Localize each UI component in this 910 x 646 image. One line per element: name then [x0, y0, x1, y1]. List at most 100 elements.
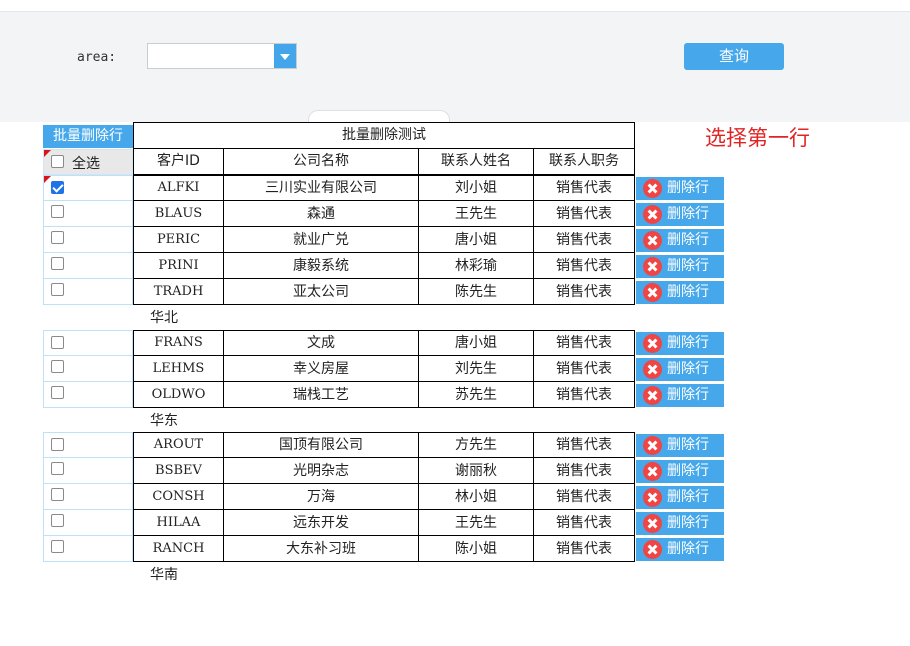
row-select-cell[interactable]: [43, 484, 133, 510]
close-circle-icon: [643, 386, 662, 405]
delete-row-button[interactable]: 删除行: [636, 229, 724, 252]
contact-title-cell: 销售代表: [533, 253, 635, 279]
row-checkbox[interactable]: [51, 360, 64, 373]
select-all-cell[interactable]: 全选: [43, 149, 133, 175]
row-select-cell[interactable]: [43, 510, 133, 536]
row-select-cell[interactable]: [43, 356, 133, 382]
delete-row-button[interactable]: 删除行: [636, 512, 724, 535]
instruction-note: 选择第一行: [705, 126, 810, 150]
delete-row-button[interactable]: 删除行: [636, 358, 724, 381]
delete-row-button[interactable]: 删除行: [636, 538, 724, 561]
close-circle-icon: [643, 231, 662, 250]
contact-title-cell: 销售代表: [533, 201, 635, 227]
query-button[interactable]: 查询: [684, 43, 784, 70]
delete-row-button[interactable]: 删除行: [636, 332, 724, 355]
delete-row-button[interactable]: 删除行: [636, 460, 724, 483]
row-checkbox[interactable]: [51, 540, 64, 553]
delete-row-label: 删除行: [667, 206, 709, 222]
customer-id-cell: LEHMS: [133, 356, 224, 382]
close-circle-icon: [643, 514, 662, 533]
delete-row-label: 删除行: [667, 232, 709, 248]
customer-id-cell: OLDWO: [133, 382, 224, 408]
company-cell: 幸义房屋: [223, 356, 419, 382]
delete-row-button[interactable]: 删除行: [636, 255, 724, 278]
contact-name-cell: 刘先生: [418, 356, 534, 382]
row-checkbox[interactable]: [51, 205, 64, 218]
chevron-down-icon[interactable]: [274, 44, 296, 68]
delete-row-button[interactable]: 删除行: [636, 384, 724, 407]
row-checkbox[interactable]: [51, 231, 64, 244]
row-checkbox[interactable]: [51, 336, 64, 349]
delete-row-label: 删除行: [667, 361, 709, 377]
company-cell: 光明杂志: [223, 458, 419, 484]
row-checkbox[interactable]: [51, 257, 64, 270]
delete-row-button[interactable]: 删除行: [636, 486, 724, 509]
region-label: 华南: [150, 567, 178, 583]
customer-id-cell: FRANS: [133, 330, 224, 356]
row-select-cell[interactable]: [43, 279, 133, 305]
delete-row-label: 删除行: [667, 515, 709, 531]
customer-id-cell: BSBEV: [133, 458, 224, 484]
table-title: 批量删除测试: [133, 122, 635, 149]
row-checkbox[interactable]: [51, 462, 64, 475]
company-cell: 大东补习班: [223, 536, 419, 562]
company-cell: 亚太公司: [223, 279, 419, 305]
contact-name-cell: 苏先生: [418, 382, 534, 408]
row-checkbox[interactable]: [51, 438, 64, 451]
row-select-cell[interactable]: [43, 201, 133, 227]
contact-name-cell: 王先生: [418, 510, 534, 536]
row-select-cell[interactable]: [43, 175, 133, 201]
select-all-checkbox[interactable]: [51, 155, 64, 168]
top-border: [0, 0, 910, 12]
company-cell: 瑞栈工艺: [223, 382, 419, 408]
delete-row-button[interactable]: 删除行: [636, 434, 724, 457]
close-circle-icon: [643, 257, 662, 276]
select-all-label: 全选: [72, 156, 100, 172]
row-checkbox[interactable]: [51, 181, 64, 194]
contact-name-cell: 林彩瑜: [418, 253, 534, 279]
delete-row-button[interactable]: 删除行: [636, 177, 724, 200]
row-checkbox[interactable]: [51, 283, 64, 296]
customer-id-cell: PRINI: [133, 253, 224, 279]
delete-row-label: 删除行: [667, 387, 709, 403]
contact-title-cell: 销售代表: [533, 536, 635, 562]
close-circle-icon: [643, 360, 662, 379]
customer-id-cell: HILAA: [133, 510, 224, 536]
close-circle-icon: [643, 540, 662, 559]
delete-row-label: 删除行: [667, 463, 709, 479]
customer-id-cell: ALFKI: [133, 175, 224, 201]
column-header-contact-name: 联系人姓名: [418, 148, 534, 175]
close-circle-icon: [643, 179, 662, 198]
batch-delete-button[interactable]: 批量删除行: [43, 125, 133, 148]
customer-id-cell: TRADH: [133, 279, 224, 305]
contact-title-cell: 销售代表: [533, 382, 635, 408]
delete-row-button[interactable]: 删除行: [636, 203, 724, 226]
row-checkbox[interactable]: [51, 514, 64, 527]
company-cell: 万海: [223, 484, 419, 510]
delete-row-label: 删除行: [667, 335, 709, 351]
row-select-cell[interactable]: [43, 330, 133, 356]
row-select-cell[interactable]: [43, 536, 133, 562]
contact-name-cell: 刘小姐: [418, 175, 534, 201]
row-select-cell[interactable]: [43, 382, 133, 408]
company-cell: 远东开发: [223, 510, 419, 536]
region-label: 华北: [150, 310, 178, 326]
delete-row-label: 删除行: [667, 180, 709, 196]
contact-name-cell: 陈先生: [418, 279, 534, 305]
close-circle-icon: [643, 488, 662, 507]
contact-title-cell: 销售代表: [533, 330, 635, 356]
row-select-cell[interactable]: [43, 432, 133, 458]
contact-name-cell: 王先生: [418, 201, 534, 227]
row-select-cell[interactable]: [43, 253, 133, 279]
area-select[interactable]: [147, 43, 297, 69]
row-select-cell[interactable]: [43, 227, 133, 253]
contact-name-cell: 陈小姐: [418, 536, 534, 562]
delete-row-button[interactable]: 删除行: [636, 281, 724, 304]
contact-title-cell: 销售代表: [533, 175, 635, 201]
column-header-customer-id: 客户ID: [133, 148, 224, 175]
customer-id-cell: CONSH: [133, 484, 224, 510]
row-checkbox[interactable]: [51, 386, 64, 399]
row-select-cell[interactable]: [43, 458, 133, 484]
column-header-contact-title: 联系人职务: [533, 148, 635, 175]
row-checkbox[interactable]: [51, 488, 64, 501]
